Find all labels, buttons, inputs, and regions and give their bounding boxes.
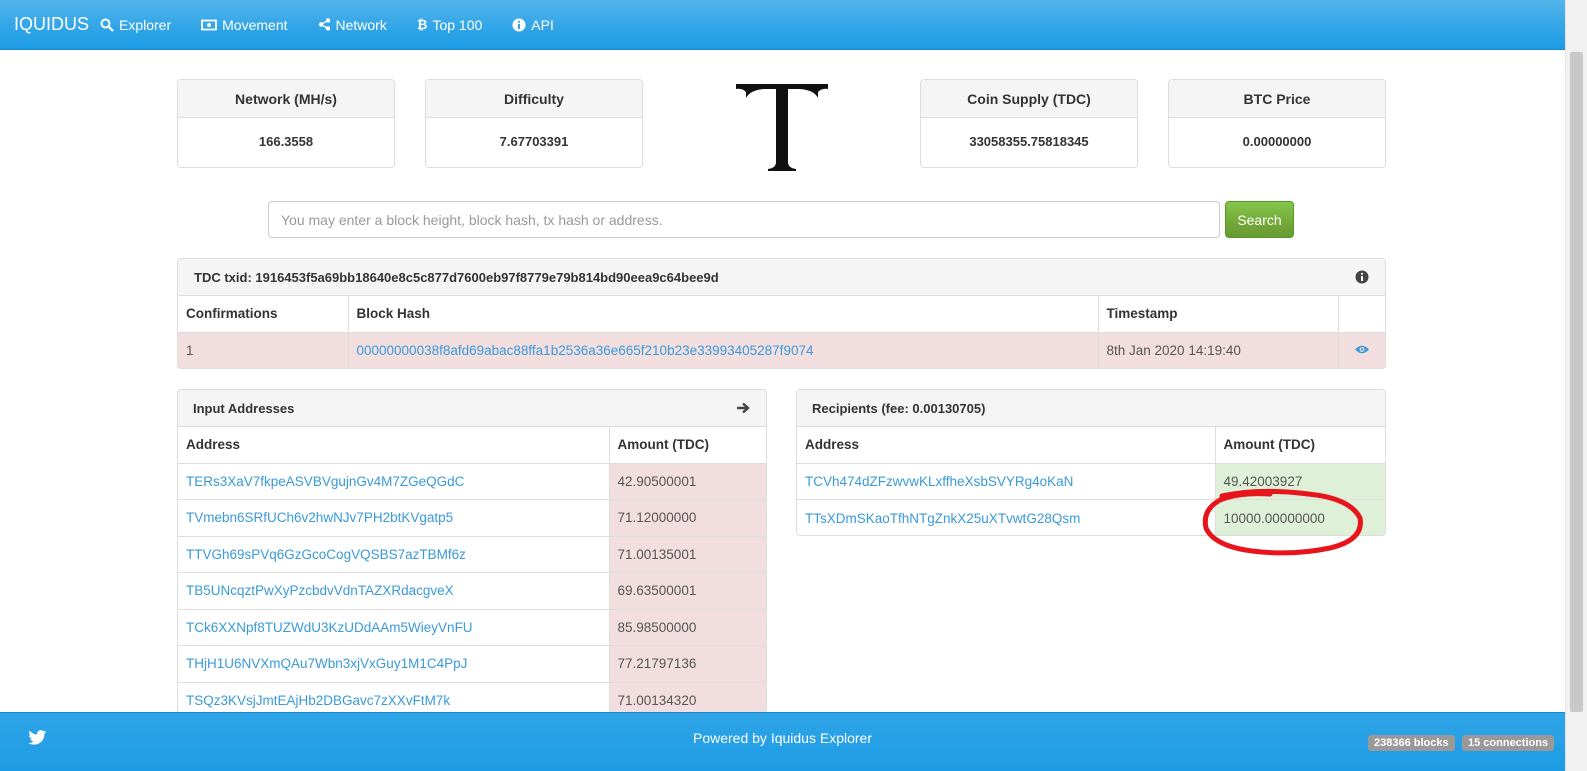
confirmations-value: 1	[178, 331, 348, 368]
stat-coin-supply: Coin Supply (TDC) 33058355.75818345	[920, 79, 1138, 168]
recipient-row: TTsXDmSKaoTfhNTgZnkX25uXTvwtG28Qsm 10000.…	[797, 499, 1385, 535]
input-address-cell: THjH1U6NVXmQAu7Wbn3xjVxGuy1M1C4PpJ	[178, 645, 609, 682]
vertical-scrollbar[interactable]	[1565, 0, 1587, 771]
recipients-header: Recipients (fee: 0.00130705)	[797, 390, 1385, 427]
stat-network-value: 166.3558	[258, 134, 314, 149]
input-address-cell: TB5UNcqztPwXyPzcbdvVdnTAZXRdacgveX	[178, 572, 609, 609]
stat-network-label: Network (MH/s)	[178, 80, 394, 118]
input-address-link[interactable]: TB5UNcqztPwXyPzcbdvVdnTAZXRdacgveX	[186, 583, 454, 598]
stat-coin-supply-label: Coin Supply (TDC)	[921, 80, 1137, 118]
col-block-hash: Block Hash	[347, 296, 1098, 333]
stat-btc-price-label: BTC Price	[1169, 80, 1385, 118]
input-addresses-panel: Input Addresses Address Amount (TDC) TER…	[177, 389, 767, 729]
nav-network-label: Network	[335, 16, 387, 33]
bitcoin-icon: ₿	[416, 17, 428, 32]
footer: Powered by Iquidus Explorer 238366 block…	[0, 712, 1565, 771]
stat-btc-price-value: 0.00000000	[1242, 134, 1312, 149]
input-amount: 69.63500001	[608, 572, 766, 609]
input-address-link[interactable]: TERs3XaV7fkpeASVBVgujnGv4M7ZGeQGdC	[186, 474, 464, 489]
recipient-amount: 49.42003927	[1214, 462, 1385, 500]
input-address-cell: TTVGh69sPVq6GzGcoCogVQSBS7azTBMf6z	[178, 535, 609, 573]
recipient-address-link[interactable]: TCVh474dZFzwvwKLxffheXsbSVYRg4oKaN	[805, 474, 1073, 489]
col-recipient-address: Address	[797, 427, 1215, 464]
col-view	[1337, 296, 1385, 333]
input-amount: 85.98500000	[608, 608, 766, 646]
stat-difficulty-value: 7.67703391	[499, 134, 569, 149]
input-address-link[interactable]: TVmebn6SRfUCh6v2hwNJv7PH2btKVgatp5	[186, 510, 453, 525]
info-icon[interactable]	[1355, 270, 1369, 284]
input-addresses-title: Input Addresses	[193, 400, 295, 416]
stat-network: Network (MH/s) 166.3558	[177, 79, 395, 168]
search-button[interactable]: Search	[1225, 201, 1294, 238]
connections-badge: 15 connections	[1462, 735, 1555, 751]
powered-by-link[interactable]: Powered by Iquidus Explorer	[0, 730, 1565, 746]
nav-network[interactable]: Network	[318, 17, 387, 33]
nav-explorer-label: Explorer	[119, 16, 172, 33]
stat-btc-price: BTC Price 0.00000000	[1168, 79, 1386, 168]
input-row: TERs3XaV7fkpeASVBVgujnGv4M7ZGeQGdC 42.905…	[178, 462, 766, 500]
tx-summary-row: 1 00000000038f8afd69abac88ffa1b2536a36e6…	[178, 331, 1385, 368]
col-input-amount: Amount (TDC)	[608, 427, 766, 464]
brand-link[interactable]: IQUIDUS	[0, 14, 100, 35]
input-address-cell: TERs3XaV7fkpeASVBVgujnGv4M7ZGeQGdC	[178, 462, 609, 500]
arrow-right-icon[interactable]	[736, 402, 750, 414]
recipient-amount: 10000.00000000	[1214, 499, 1385, 535]
input-address-link[interactable]: TCk6XXNpf8TUZWdU3KzUDdAAm5WieyVnFU	[186, 620, 473, 635]
recipients-panel: Recipients (fee: 0.00130705) Address Amo…	[796, 389, 1386, 536]
scrollbar-thumb[interactable]	[1570, 52, 1583, 712]
col-recipient-amount: Amount (TDC)	[1214, 427, 1385, 464]
stat-difficulty-label: Difficulty	[426, 80, 642, 118]
input-amount: 42.90500001	[608, 462, 766, 500]
navbar: IQUIDUS Explorer Movement Network ₿ Top …	[0, 0, 1565, 50]
nav-explorer[interactable]: Explorer	[100, 17, 171, 33]
search-input[interactable]	[268, 201, 1220, 238]
nav-top100[interactable]: ₿ Top 100	[417, 17, 482, 33]
nav-api[interactable]: API	[512, 17, 554, 33]
nav-api-label: API	[531, 16, 554, 33]
input-address-link[interactable]: TSQz3KVsjJmtEAjHb2DBGavc7zXXvFtM7k	[186, 693, 450, 708]
input-address-link[interactable]: TTVGh69sPVq6GzGcoCogVQSBS7azTBMf6z	[186, 547, 466, 562]
nav-top100-label: Top 100	[432, 16, 483, 33]
recipient-address-cell: TCVh474dZFzwvwKLxffheXsbSVYRg4oKaN	[797, 462, 1215, 500]
input-amount: 71.12000000	[608, 499, 766, 536]
recipient-address-cell: TTsXDmSKaoTfhNTgZnkX25uXTvwtG28Qsm	[797, 499, 1215, 535]
nav-movement[interactable]: Movement	[201, 16, 288, 33]
coin-logo	[730, 76, 834, 176]
nav-movement-label: Movement	[222, 16, 288, 33]
stat-coin-supply-value: 33058355.75818345	[969, 134, 1089, 149]
tx-summary-panel: TDC txid: 1916453f5a69bb18640e8c5c877d76…	[177, 258, 1386, 369]
input-row: TVmebn6SRfUCh6v2hwNJv7PH2btKVgatp5 71.120…	[178, 499, 766, 536]
info-icon	[512, 18, 526, 31]
tx-summary-header: TDC txid: 1916453f5a69bb18640e8c5c877d76…	[178, 259, 1385, 296]
col-confirmations: Confirmations	[178, 296, 348, 333]
input-address-cell: TCk6XXNpf8TUZWdU3KzUDdAAm5WieyVnFU	[178, 608, 609, 646]
block-hash-link[interactable]: 00000000038f8afd69abac88ffa1b2536a36e665…	[357, 343, 814, 358]
input-address-cell: TVmebn6SRfUCh6v2hwNJv7PH2btKVgatp5	[178, 499, 609, 536]
input-amount: 71.00135001	[608, 535, 766, 573]
stat-difficulty: Difficulty 7.67703391	[425, 79, 643, 168]
input-row: THjH1U6NVXmQAu7Wbn3xjVxGuy1M1C4PpJ 77.217…	[178, 645, 766, 682]
input-row: TB5UNcqztPwXyPzcbdvVdnTAZXRdacgveX 69.635…	[178, 572, 766, 609]
eye-icon[interactable]	[1354, 344, 1370, 355]
input-row: TCk6XXNpf8TUZWdU3KzUDdAAm5WieyVnFU 85.985…	[178, 608, 766, 646]
col-input-address: Address	[178, 427, 609, 464]
txid-title: TDC txid: 1916453f5a69bb18640e8c5c877d76…	[194, 269, 719, 285]
timestamp-value: 8th Jan 2020 14:19:40	[1097, 331, 1338, 368]
input-amount: 77.21797136	[608, 645, 766, 682]
col-timestamp: Timestamp	[1097, 296, 1338, 333]
input-addresses-header: Input Addresses	[178, 390, 766, 427]
input-addresses-table: Address Amount (TDC) TERs3XaV7fkpeASVBVg…	[178, 427, 766, 719]
recipient-address-link[interactable]: TTsXDmSKaoTfhNTgZnkX25uXTvwtG28Qsm	[805, 511, 1080, 526]
input-row: TTVGh69sPVq6GzGcoCogVQSBS7azTBMf6z 71.001…	[178, 535, 766, 573]
recipients-title: Recipients (fee: 0.00130705)	[812, 400, 986, 416]
recipients-table: Address Amount (TDC) TCVh474dZFzwvwKLxff…	[797, 427, 1385, 535]
money-icon	[201, 19, 218, 30]
recipient-row: TCVh474dZFzwvwKLxffheXsbSVYRg4oKaN 49.420…	[797, 462, 1385, 500]
blocks-badge: 238366 blocks	[1368, 735, 1455, 751]
input-address-link[interactable]: THjH1U6NVXmQAu7Wbn3xjVxGuy1M1C4PpJ	[186, 656, 467, 671]
tx-summary-table: Confirmations Block Hash Timestamp 1 000…	[178, 296, 1385, 368]
share-icon	[318, 18, 330, 31]
search-icon	[100, 18, 114, 32]
